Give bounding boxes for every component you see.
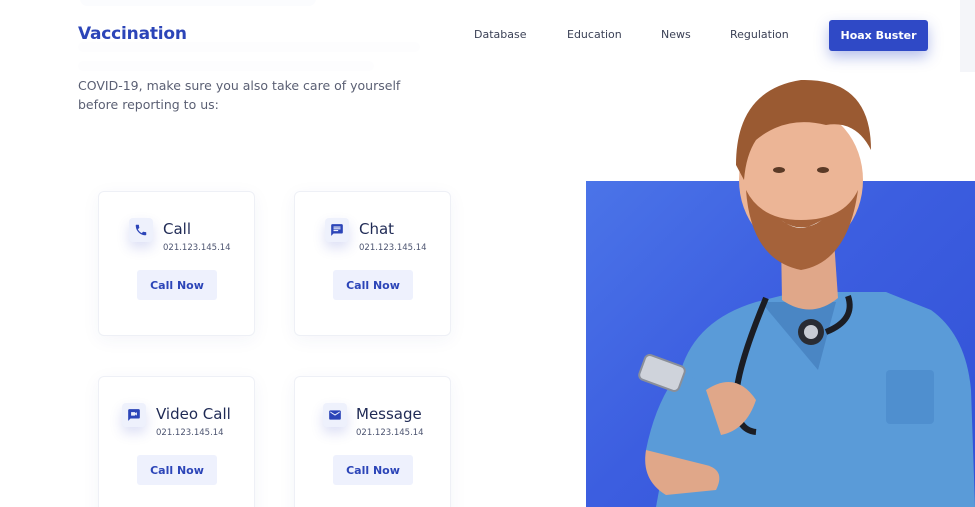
contact-card-chat: Chat 021.123.145.14 Call Now: [294, 191, 451, 336]
card-phone-number: 021.123.145.14: [163, 243, 231, 253]
nav-link-regulation[interactable]: Regulation: [730, 28, 789, 41]
mail-icon: [323, 403, 347, 427]
contact-card-message: Message 021.123.145.14 Call Now: [294, 376, 451, 507]
call-now-button[interactable]: Call Now: [137, 455, 217, 485]
chat-icon: [325, 218, 349, 242]
nav-link-database[interactable]: Database: [474, 28, 527, 41]
card-phone-number: 021.123.145.14: [359, 243, 427, 253]
card-title: Chat: [359, 220, 395, 238]
call-now-button[interactable]: Call Now: [333, 270, 413, 300]
card-title: Call: [163, 220, 192, 238]
hoax-buster-button[interactable]: Hoax Buster: [829, 20, 928, 51]
phone-icon: [129, 218, 153, 242]
call-now-button[interactable]: Call Now: [137, 270, 217, 300]
contact-card-call: Call 021.123.145.14 Call Now: [98, 191, 255, 336]
card-phone-number: 021.123.145.14: [356, 428, 424, 438]
card-phone-number: 021.123.145.14: [156, 428, 224, 438]
contact-card-video-call: Video Call 021.123.145.14 Call Now: [98, 376, 255, 507]
video-call-icon: [122, 403, 146, 427]
intro-text: COVID-19, make sure you also take care o…: [78, 78, 401, 112]
card-title: Video Call: [156, 405, 231, 423]
nav-link-education[interactable]: Education: [567, 28, 622, 41]
site-logo[interactable]: Vaccination: [78, 24, 187, 44]
doctor-photo: [638, 79, 975, 507]
page: COVID-19, make sure you also take care o…: [0, 0, 975, 507]
call-now-button[interactable]: Call Now: [333, 455, 413, 485]
card-title: Message: [356, 405, 422, 423]
navbar: Vaccination Database Education News Regu…: [0, 0, 975, 72]
page-edge: [960, 0, 975, 72]
nav-link-news[interactable]: News: [661, 28, 691, 41]
